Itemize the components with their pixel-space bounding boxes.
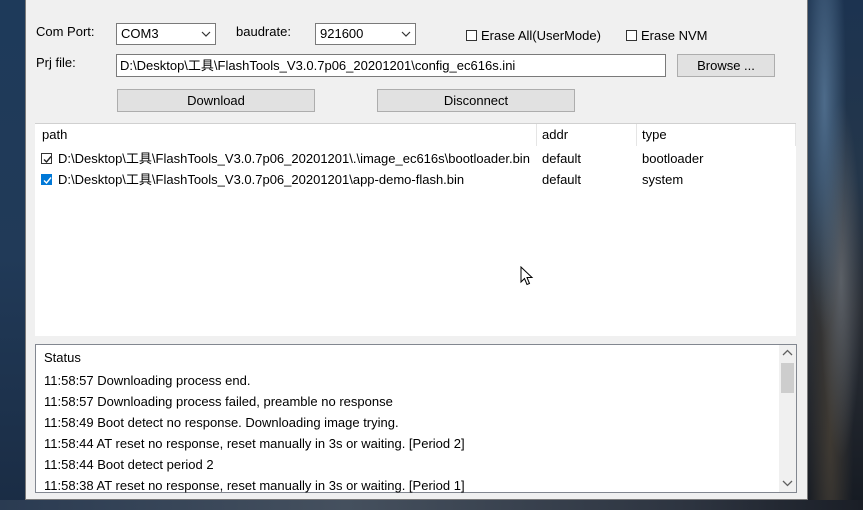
status-title: Status bbox=[44, 350, 81, 365]
com-port-value: COM3 bbox=[121, 26, 159, 41]
file-list[interactable]: path addr type D:\Desktop\工具\FlashTools_… bbox=[35, 123, 796, 336]
status-log[interactable]: Status 11:58:57 Downloading process end.… bbox=[35, 344, 797, 493]
scrollbar-thumb[interactable] bbox=[781, 363, 794, 393]
com-port-label: Com Port: bbox=[36, 24, 95, 39]
row-checkbox[interactable] bbox=[41, 174, 52, 185]
scroll-up-icon[interactable] bbox=[782, 349, 793, 357]
row-type: bootloader bbox=[642, 151, 704, 166]
erase-nvm-checkbox[interactable]: Erase NVM bbox=[626, 28, 707, 43]
row-type: system bbox=[642, 172, 684, 187]
desktop-background-bottom bbox=[0, 500, 863, 510]
download-button[interactable]: Download bbox=[117, 89, 315, 112]
desktop-background-right bbox=[808, 0, 863, 510]
flashtools-window: Com Port: COM3 baudrate: 921600 Erase Al… bbox=[25, 0, 808, 500]
status-line: 11:58:38 AT reset no response, reset man… bbox=[44, 478, 465, 493]
row-addr: default bbox=[542, 151, 582, 166]
column-header-addr[interactable]: addr bbox=[542, 124, 568, 146]
status-line: 11:58:44 Boot detect period 2 bbox=[44, 457, 214, 472]
column-divider[interactable] bbox=[795, 124, 796, 146]
com-port-select[interactable]: COM3 bbox=[116, 23, 216, 45]
baudrate-value: 921600 bbox=[320, 26, 364, 41]
baudrate-select[interactable]: 921600 bbox=[315, 23, 416, 45]
checkmark-icon bbox=[43, 177, 52, 185]
erase-all-box[interactable] bbox=[466, 30, 477, 41]
prj-file-field[interactable]: D:\Desktop\工具\FlashTools_V3.0.7p06_20201… bbox=[116, 54, 666, 77]
erase-all-label: Erase All(UserMode) bbox=[481, 28, 601, 43]
checkmark-icon bbox=[43, 156, 52, 164]
chevron-down-icon bbox=[201, 31, 211, 37]
status-line: 11:58:57 Downloading process failed, pre… bbox=[44, 394, 393, 409]
erase-all-checkbox[interactable]: Erase All(UserMode) bbox=[466, 28, 601, 43]
column-divider[interactable] bbox=[536, 124, 537, 146]
desktop-background-left bbox=[0, 0, 25, 510]
browse-button[interactable]: Browse ... bbox=[677, 54, 775, 77]
row-path: D:\Desktop\工具\FlashTools_V3.0.7p06_20201… bbox=[58, 151, 530, 166]
mouse-cursor-icon bbox=[520, 266, 534, 286]
status-line: 11:58:49 Boot detect no response. Downlo… bbox=[44, 415, 399, 430]
column-header-type[interactable]: type bbox=[642, 124, 667, 146]
disconnect-button[interactable]: Disconnect bbox=[377, 89, 575, 112]
row-path: D:\Desktop\工具\FlashTools_V3.0.7p06_20201… bbox=[58, 172, 465, 187]
table-row[interactable]: D:\Desktop\工具\FlashTools_V3.0.7p06_20201… bbox=[35, 148, 796, 169]
erase-nvm-label: Erase NVM bbox=[641, 28, 708, 43]
vertical-scrollbar[interactable] bbox=[779, 345, 796, 492]
prj-file-label: Prj file: bbox=[36, 55, 76, 70]
column-header-path[interactable]: path bbox=[42, 124, 67, 146]
erase-nvm-box[interactable] bbox=[626, 30, 637, 41]
table-row[interactable]: D:\Desktop\工具\FlashTools_V3.0.7p06_20201… bbox=[35, 169, 796, 190]
column-divider[interactable] bbox=[636, 124, 637, 146]
row-checkbox[interactable] bbox=[41, 153, 52, 164]
chevron-down-icon bbox=[401, 31, 411, 37]
row-addr: default bbox=[542, 172, 582, 187]
baudrate-label: baudrate: bbox=[236, 24, 291, 39]
status-line: 11:58:44 AT reset no response, reset man… bbox=[44, 436, 465, 451]
scroll-down-icon[interactable] bbox=[782, 479, 793, 487]
status-line: 11:58:57 Downloading process end. bbox=[44, 373, 251, 388]
